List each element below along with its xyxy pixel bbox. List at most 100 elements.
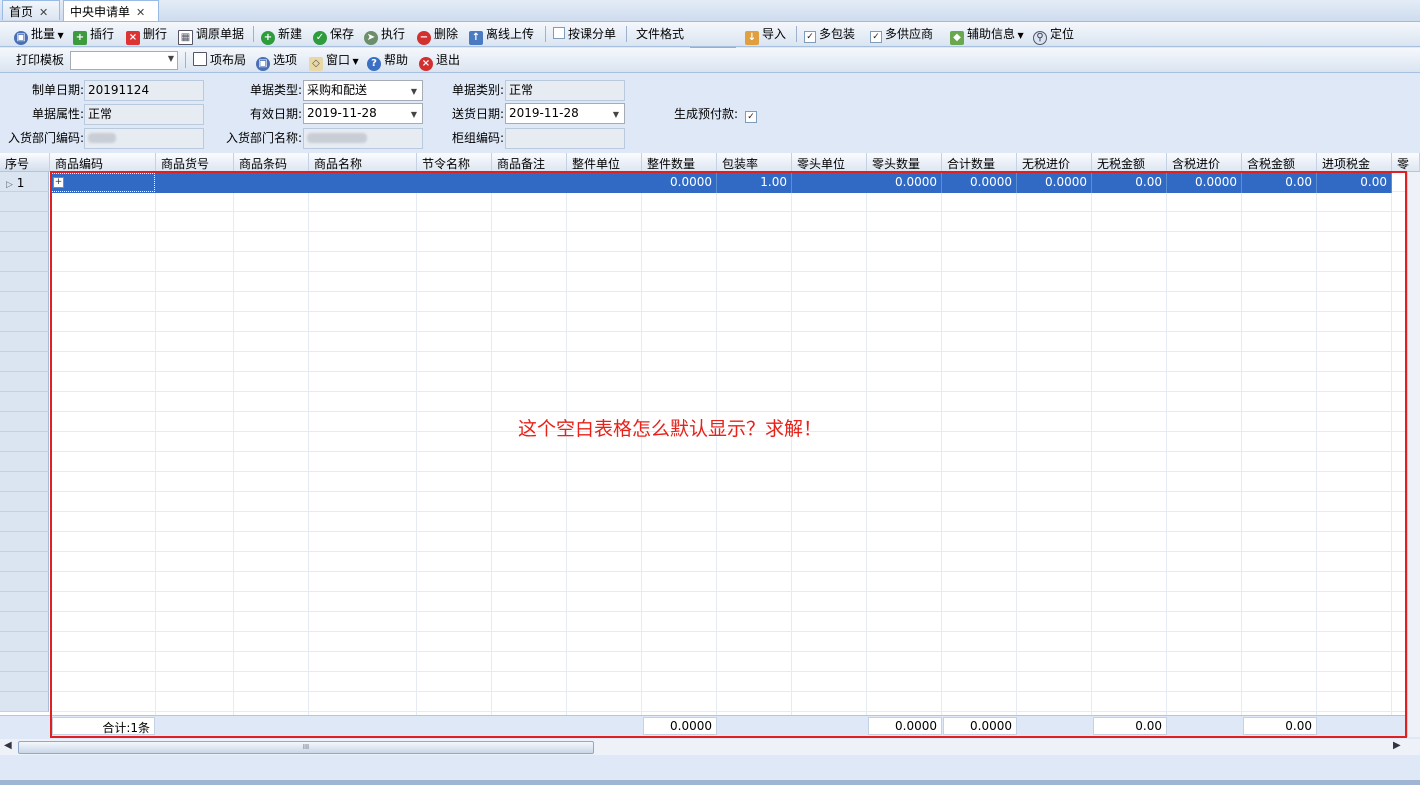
row-indicator[interactable] bbox=[0, 552, 49, 572]
column-header[interactable]: 含税金额 bbox=[1242, 153, 1317, 172]
cell-net-amount[interactable]: 0.00 bbox=[1092, 173, 1167, 193]
delivery-date-picker[interactable]: 2019-11-28 ▼ bbox=[505, 103, 625, 124]
new-button[interactable]: + 新建 bbox=[261, 26, 302, 45]
row-indicator[interactable] bbox=[0, 492, 49, 512]
column-gridline bbox=[1316, 172, 1317, 717]
row-indicator[interactable] bbox=[0, 292, 49, 312]
print-template-select[interactable]: ▼ bbox=[70, 51, 178, 70]
doc-category-field[interactable]: 正常 bbox=[505, 80, 625, 101]
row-indicator[interactable] bbox=[0, 452, 49, 472]
scroll-right-icon[interactable]: ▶ bbox=[1393, 740, 1401, 751]
cell-loose-qty[interactable]: 0.0000 bbox=[867, 173, 942, 193]
column-header[interactable]: 零 bbox=[1392, 153, 1420, 172]
row-indicator[interactable] bbox=[0, 692, 49, 712]
cell-input-tax[interactable]: 0.00 bbox=[1317, 173, 1392, 193]
column-header[interactable]: 商品备注 bbox=[492, 153, 567, 172]
cell-net-price[interactable]: 0.0000 bbox=[1017, 173, 1092, 193]
multi-package-checkbox[interactable]: ✓ 多包装 bbox=[804, 26, 855, 43]
scroll-left-icon[interactable]: ◀ bbox=[4, 740, 12, 751]
window-button[interactable]: ◇ 窗口 ▼ bbox=[309, 52, 359, 71]
multi-supplier-checkbox[interactable]: ✓ 多供应商 bbox=[870, 26, 933, 43]
cell-total-qty[interactable]: 0.0000 bbox=[942, 173, 1017, 193]
column-header[interactable]: 商品编码 bbox=[50, 153, 156, 172]
column-header[interactable]: 合计数量 bbox=[942, 153, 1017, 172]
row-indicator[interactable] bbox=[0, 612, 49, 632]
row-indicator[interactable] bbox=[0, 592, 49, 612]
locate-button[interactable]: ⚲ 定位 bbox=[1033, 26, 1074, 45]
row-indicator[interactable] bbox=[0, 232, 49, 252]
row-indicator[interactable] bbox=[0, 652, 49, 672]
focused-cell[interactable] bbox=[51, 173, 155, 192]
help-button[interactable]: ? 帮助 bbox=[367, 52, 408, 71]
delete-row-button[interactable]: × 删行 bbox=[126, 26, 167, 45]
insert-row-button[interactable]: + 插行 bbox=[73, 26, 114, 45]
row-gridline bbox=[50, 551, 1407, 552]
doc-attr-field[interactable]: 正常 bbox=[84, 104, 204, 125]
in-dept-name-field[interactable] bbox=[303, 128, 423, 149]
column-header[interactable]: 商品条码 bbox=[234, 153, 309, 172]
column-header[interactable]: 零头单位 bbox=[792, 153, 867, 172]
row-indicator[interactable] bbox=[0, 352, 49, 372]
column-header[interactable]: 整件数量 bbox=[642, 153, 717, 172]
close-icon[interactable]: ✕ bbox=[39, 6, 48, 19]
doc-type-select[interactable]: 采购和配送 ▼ bbox=[303, 80, 423, 101]
save-button[interactable]: ✓ 保存 bbox=[313, 26, 354, 45]
cell-tax-amount[interactable]: 0.00 bbox=[1242, 173, 1317, 193]
valid-date-picker[interactable]: 2019-11-28 ▼ bbox=[303, 103, 423, 124]
restore-doc-button[interactable]: ▦ 调原单据 bbox=[178, 26, 244, 45]
horizontal-scrollbar[interactable]: ◀ III ▶ bbox=[0, 739, 1420, 755]
split-by-section-checkbox[interactable]: 按课分单 bbox=[553, 26, 616, 42]
cell-pack-rate[interactable]: 1.00 bbox=[717, 173, 792, 193]
row-indicator[interactable] bbox=[0, 212, 49, 232]
options-button[interactable]: ▣ 选项 bbox=[256, 52, 297, 71]
redacted-value bbox=[307, 133, 367, 143]
in-dept-code-field[interactable] bbox=[84, 128, 204, 149]
cabinet-code-field[interactable] bbox=[505, 128, 625, 149]
row-indicator[interactable] bbox=[0, 632, 49, 652]
row-indicator[interactable] bbox=[0, 412, 49, 432]
chevron-down-icon: ▼ bbox=[410, 87, 417, 96]
close-icon[interactable]: ✕ bbox=[136, 6, 145, 19]
row-indicator[interactable] bbox=[0, 192, 49, 212]
row-indicator[interactable] bbox=[0, 332, 49, 352]
offline-upload-button[interactable]: ↑ 离线上传 bbox=[469, 26, 534, 45]
import-button[interactable]: ↓ 导入 bbox=[745, 26, 786, 45]
column-header[interactable]: 含税进价 bbox=[1167, 153, 1242, 172]
column-header[interactable]: 零头数量 bbox=[867, 153, 942, 172]
batch-button[interactable]: ▣ 批量 ▼ bbox=[14, 26, 64, 45]
row-indicator[interactable] bbox=[0, 532, 49, 552]
execute-button[interactable]: ➤ 执行 bbox=[364, 26, 405, 45]
row-indicator[interactable] bbox=[0, 312, 49, 332]
row-indicator[interactable] bbox=[0, 432, 49, 452]
column-header[interactable]: 整件单位 bbox=[567, 153, 642, 172]
create-date-field[interactable]: 20191124 bbox=[84, 80, 204, 101]
column-header[interactable]: 包装率 bbox=[717, 153, 792, 172]
cell-whole-qty[interactable]: 0.0000 bbox=[642, 173, 717, 193]
row-indicator[interactable] bbox=[0, 512, 49, 532]
column-header[interactable]: 商品名称 bbox=[309, 153, 417, 172]
row-indicator[interactable] bbox=[0, 472, 49, 492]
column-header[interactable]: 进项税金 bbox=[1317, 153, 1392, 172]
column-header[interactable]: 无税金额 bbox=[1092, 153, 1167, 172]
gen-prepay-checkbox[interactable]: ✓ bbox=[745, 107, 760, 123]
row-indicator[interactable] bbox=[0, 272, 49, 292]
exit-button[interactable]: × 退出 bbox=[419, 52, 460, 71]
column-header[interactable]: 序号 bbox=[0, 153, 50, 172]
scroll-thumb[interactable]: III bbox=[18, 741, 594, 754]
row-indicator[interactable] bbox=[0, 572, 49, 592]
vertical-scrollbar[interactable] bbox=[1407, 172, 1420, 737]
aux-info-button[interactable]: ◆ 辅助信息 ▼ bbox=[950, 26, 1024, 45]
tab-home[interactable]: 首页 ✕ bbox=[2, 0, 60, 20]
row-indicator[interactable] bbox=[0, 392, 49, 412]
row-indicator[interactable] bbox=[0, 252, 49, 272]
tab-central-request[interactable]: 中央申请单 ✕ bbox=[63, 0, 159, 21]
cell-tax-price[interactable]: 0.0000 bbox=[1167, 173, 1242, 193]
column-header[interactable]: 商品货号 bbox=[156, 153, 234, 172]
item-layout-button[interactable]: 项布局 bbox=[193, 52, 246, 68]
column-header[interactable]: 无税进价 bbox=[1017, 153, 1092, 172]
column-header[interactable]: 节令名称 bbox=[417, 153, 492, 172]
row-indicator[interactable] bbox=[0, 372, 49, 392]
row-gridline bbox=[50, 391, 1407, 392]
remove-button[interactable]: − 删除 bbox=[417, 26, 458, 45]
row-indicator[interactable] bbox=[0, 672, 49, 692]
